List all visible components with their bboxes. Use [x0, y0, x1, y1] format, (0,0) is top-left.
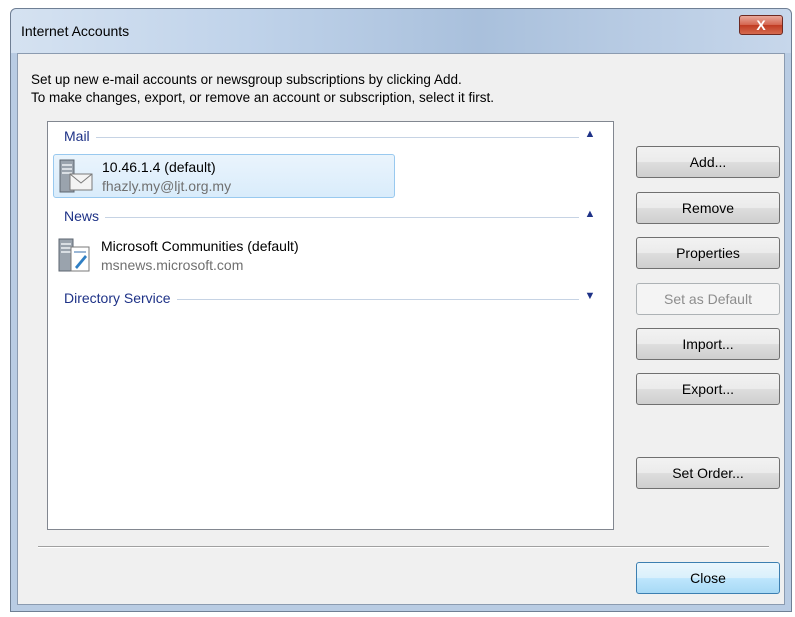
chevron-up-icon[interactable]: ▲ [583, 128, 597, 144]
window-close-button[interactable]: X [739, 15, 783, 35]
set-as-default-button[interactable]: Set as Default [636, 283, 780, 315]
set-order-button[interactable]: Set Order... [636, 457, 780, 489]
chevron-up-icon[interactable]: ▲ [583, 208, 597, 224]
accounts-list[interactable]: Mail ▲ 10.46.1.4 (default) fhazly.my@ljt… [47, 121, 614, 530]
import-button[interactable]: Import... [636, 328, 780, 360]
internet-accounts-dialog: Internet Accounts X Set up new e-mail ac… [10, 8, 792, 612]
group-label-directory-service: Directory Service [64, 290, 177, 306]
intro-text: Set up new e-mail accounts or newsgroup … [31, 71, 494, 107]
dialog-client-area: Set up new e-mail accounts or newsgroup … [17, 53, 785, 605]
chevron-down-icon[interactable]: ▼ [583, 290, 597, 306]
export-button[interactable]: Export... [636, 373, 780, 405]
account-item-mail[interactable]: 10.46.1.4 (default) fhazly.my@ljt.org.my [53, 154, 395, 198]
properties-button[interactable]: Properties [636, 237, 780, 269]
group-header-mail[interactable]: Mail ▲ [64, 128, 597, 146]
account-detail: msnews.microsoft.com [101, 257, 244, 273]
account-name: Microsoft Communities (default) [101, 238, 299, 254]
remove-button[interactable]: Remove [636, 192, 780, 224]
account-name: 10.46.1.4 (default) [102, 159, 216, 175]
add-button[interactable]: Add... [636, 146, 780, 178]
account-detail: fhazly.my@ljt.org.my [102, 178, 232, 194]
intro-line-1: Set up new e-mail accounts or newsgroup … [31, 72, 462, 87]
group-divider [64, 217, 579, 218]
group-label-mail: Mail [64, 128, 96, 144]
group-label-news: News [64, 208, 106, 224]
news-server-icon [58, 238, 90, 272]
title-bar[interactable]: Internet Accounts X [11, 9, 791, 53]
group-divider [64, 137, 579, 138]
close-button[interactable]: Close [636, 562, 780, 594]
group-header-directory-service[interactable]: Directory Service ▼ [64, 290, 597, 308]
intro-line-2: To make changes, export, or remove an ac… [31, 90, 494, 105]
account-item-news[interactable]: Microsoft Communities (default) msnews.m… [53, 234, 395, 278]
group-header-news[interactable]: News ▲ [64, 208, 597, 226]
footer-separator [38, 546, 769, 548]
mail-server-icon [59, 159, 93, 193]
window-title: Internet Accounts [21, 23, 130, 39]
